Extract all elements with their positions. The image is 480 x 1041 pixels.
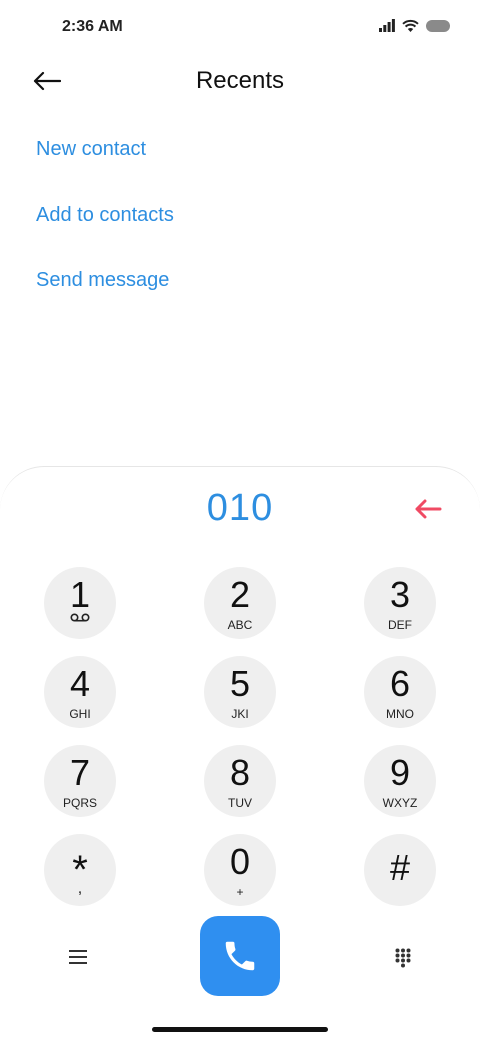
key-6[interactable]: 6 MNO: [364, 656, 436, 728]
key-8[interactable]: 8 TUV: [204, 745, 276, 817]
dialed-number: 010: [206, 487, 274, 529]
keypad-toggle-button[interactable]: [390, 945, 416, 971]
hamburger-icon: [69, 950, 87, 964]
page-title: Recents: [195, 67, 285, 94]
key-letters: MNO: [386, 707, 414, 721]
key-star[interactable]: * ,: [44, 834, 116, 906]
key-digit: 1: [69, 574, 91, 615]
dialpad: 010 1 2 ABC 3 DEF 4 GHI 5 JKI 6 MNO 7 PQ…: [0, 466, 480, 1041]
key-letters: TUV: [228, 796, 252, 810]
voicemail-icon: [44, 613, 116, 622]
status-bar: 2:36 AM: [0, 0, 480, 56]
key-1[interactable]: 1: [44, 567, 116, 639]
key-digit: 4: [69, 663, 91, 704]
key-digit: 5: [229, 663, 251, 704]
key-digit: 8: [229, 752, 251, 793]
key-hash[interactable]: #: [364, 834, 436, 906]
phone-icon: [225, 941, 255, 971]
key-letters: ABC: [227, 618, 253, 632]
status-time: 2:36 AM: [62, 18, 123, 35]
key-letters: WXYZ: [382, 796, 418, 810]
key-digit: 7: [69, 752, 91, 793]
key-7[interactable]: 7 PQRS: [44, 745, 116, 817]
key-digit: 0: [229, 841, 251, 882]
key-digit: 6: [389, 663, 411, 704]
key-0[interactable]: 0 +: [204, 834, 276, 906]
backspace-arrow-icon: [415, 499, 442, 519]
key-letters: +: [236, 885, 244, 899]
key-letters: DEF: [388, 618, 412, 632]
key-5[interactable]: 5 JKI: [204, 656, 276, 728]
wifi-icon: [402, 19, 419, 32]
send-message-link[interactable]: Send message: [36, 264, 174, 330]
keypad-grid-icon: [395, 948, 411, 968]
add-to-contacts-link[interactable]: Add to contacts: [36, 199, 174, 265]
backspace-button[interactable]: [410, 495, 446, 523]
signal-icon: [379, 19, 395, 32]
key-digit: #: [389, 847, 411, 888]
key-digit: 3: [389, 574, 411, 615]
key-9[interactable]: 9 WXYZ: [364, 745, 436, 817]
battery-icon: [426, 19, 450, 32]
header: Recents: [0, 56, 480, 108]
new-contact-link[interactable]: New contact: [36, 133, 174, 199]
call-button[interactable]: [200, 916, 280, 996]
key-2[interactable]: 2 ABC: [204, 567, 276, 639]
key-letters: GHI: [69, 707, 91, 721]
key-letters: ,: [77, 880, 83, 897]
key-3[interactable]: 3 DEF: [364, 567, 436, 639]
key-4[interactable]: 4 GHI: [44, 656, 116, 728]
menu-button[interactable]: [64, 945, 92, 969]
home-indicator[interactable]: [152, 1027, 328, 1032]
key-digit: 2: [229, 574, 251, 615]
key-letters: PQRS: [62, 796, 97, 810]
key-letters: JKI: [231, 707, 249, 721]
actions-menu: New contact Add to contacts Send message: [36, 133, 174, 330]
status-icons: [379, 19, 450, 32]
key-digit: 9: [389, 752, 411, 793]
